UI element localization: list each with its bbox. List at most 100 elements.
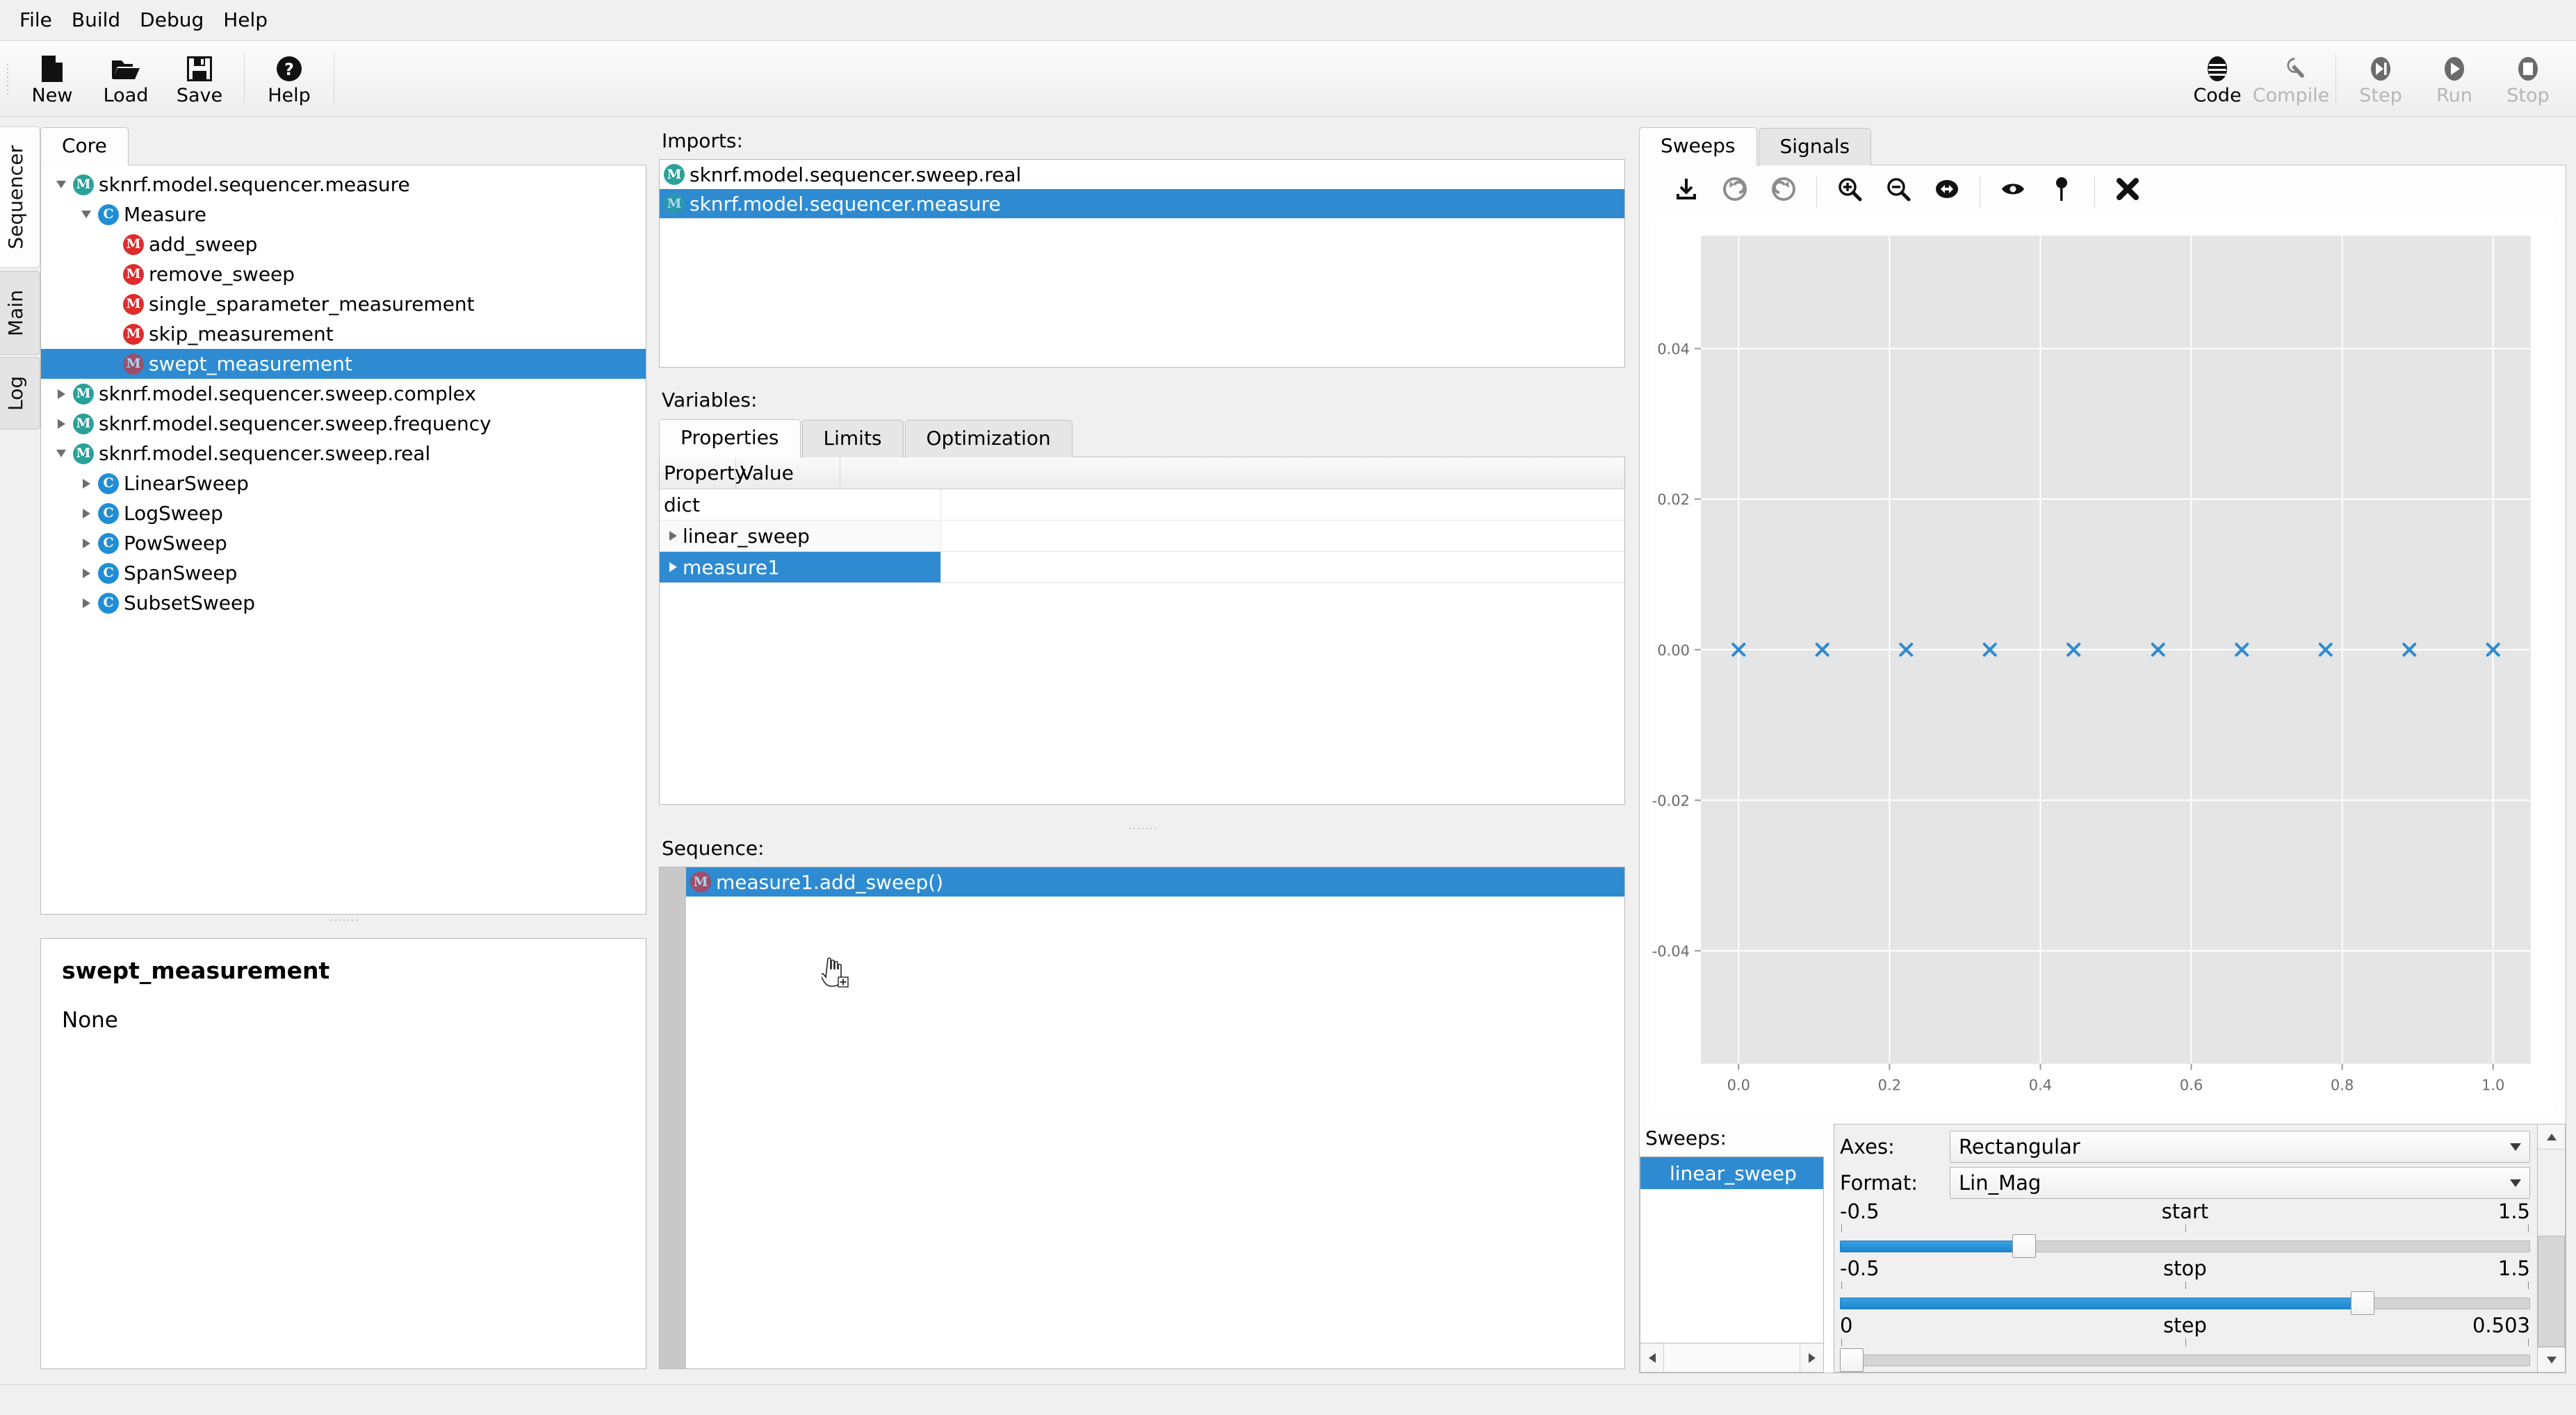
plot-zoom-out-button[interactable] [1874, 170, 1923, 213]
slider-track[interactable] [1840, 1234, 2530, 1258]
scroll-right-button[interactable] [1800, 1343, 1823, 1372]
module-tree[interactable]: Msknrf.model.sequencer.measure C Measure Ma… [40, 165, 646, 915]
expand-arrow-right-icon[interactable] [49, 388, 73, 399]
tree-row[interactable]: C LogSweep [41, 498, 646, 528]
property-name: dict [664, 493, 700, 516]
save-button[interactable]: Save [163, 41, 236, 116]
expand-arrow-right-icon[interactable] [74, 508, 98, 518]
expand-arrow-right-icon[interactable] [669, 531, 677, 541]
scroll-track[interactable] [1664, 1343, 1800, 1372]
expand-arrow-right-icon[interactable] [74, 568, 98, 578]
tree-row[interactable]: C SpanSweep [41, 558, 646, 588]
svg-text:0.00: 0.00 [1657, 642, 1690, 659]
vtab-main[interactable]: Main [0, 270, 40, 355]
properties-table[interactable]: Property Value dict linear_sweep measure1 [659, 457, 1625, 805]
center-panel-splitter[interactable] [659, 823, 1625, 834]
column-header-property[interactable]: Property [660, 457, 746, 489]
tab-properties[interactable]: Properties [659, 419, 801, 458]
sequence-editor[interactable]: Mmeasure1.add_sweep() [659, 867, 1625, 1369]
tab-core[interactable]: Core [40, 127, 129, 166]
plot-pan-button[interactable] [1923, 170, 1971, 213]
expand-arrow-right-icon[interactable] [669, 562, 677, 572]
tree-row[interactable]: Msingle_sparameter_measurement [41, 289, 646, 319]
plot-marker-button[interactable] [2037, 170, 2086, 213]
menu-help[interactable]: Help [213, 8, 277, 33]
expand-arrow-right-icon[interactable] [74, 478, 98, 489]
toolbar-drag-handle[interactable] [0, 41, 15, 116]
tree-row[interactable]: Msknrf.model.sequencer.sweep.real [41, 439, 646, 468]
property-row[interactable]: measure1 [660, 552, 1624, 583]
plot-visibility-button[interactable] [1989, 170, 2037, 213]
vtab-sequencer[interactable]: Sequencer [0, 126, 40, 268]
menu-file[interactable]: File [10, 8, 62, 33]
scroll-up-button[interactable] [2538, 1124, 2565, 1150]
run-button[interactable]: Run [2418, 41, 2491, 116]
plot-close-button[interactable] [2103, 170, 2152, 213]
tab-optimization[interactable]: Optimization [904, 420, 1073, 457]
sweep-plot[interactable]: 0.0 0.2 0.4 0.6 0.8 1.0 0.04 0.02 0.00 -0.02 -0.04 [1651, 218, 2554, 1110]
plot-zoom-in-button[interactable] [1825, 170, 1874, 213]
axes-select[interactable]: Rectangular [1950, 1131, 2530, 1163]
vscroll-track-top[interactable] [2538, 1150, 2565, 1236]
module-badge-icon: M [73, 383, 94, 404]
sweep-list-item[interactable]: linear_sweep [1640, 1157, 1823, 1189]
vtab-log[interactable]: Log [0, 357, 40, 430]
sequence-row[interactable]: Mmeasure1.add_sweep() [686, 867, 1624, 897]
module-badge-icon: M [664, 193, 685, 214]
slider-handle[interactable] [1840, 1348, 1864, 1372]
sequence-list[interactable]: Mmeasure1.add_sweep() [686, 867, 1624, 1368]
tree-row[interactable]: C LinearSweep [41, 468, 646, 498]
menu-build[interactable]: Build [62, 8, 130, 33]
sweeps-list[interactable]: linear_sweep [1640, 1156, 1824, 1343]
sweeps-horizontal-scrollbar[interactable] [1640, 1343, 1824, 1373]
step-button[interactable]: Step [2344, 41, 2418, 116]
tab-sweeps[interactable]: Sweeps [1639, 127, 1757, 166]
column-header-value[interactable]: Value [736, 457, 840, 489]
tree-row[interactable]: C Measure [41, 199, 646, 229]
tree-row[interactable]: C PowSweep [41, 528, 646, 558]
slider-handle[interactable] [2350, 1291, 2374, 1315]
format-select[interactable]: Lin_Mag [1950, 1167, 2530, 1199]
left-panel-splitter[interactable] [40, 915, 646, 926]
vscroll-thumb[interactable] [2538, 1236, 2565, 1347]
load-button[interactable]: Load [89, 41, 163, 116]
expand-arrow-down-icon[interactable] [49, 181, 73, 188]
scroll-down-button[interactable] [2538, 1347, 2565, 1372]
expand-arrow-right-icon[interactable] [49, 418, 73, 429]
tree-row[interactable]: C SubsetSweep [41, 588, 646, 618]
help-button[interactable]: ? Help [252, 41, 326, 116]
import-row[interactable]: Msknrf.model.sequencer.measure [660, 189, 1624, 218]
plot-save-button[interactable] [1662, 170, 1711, 213]
new-button[interactable]: New [15, 41, 89, 116]
expand-arrow-down-icon[interactable] [49, 450, 73, 457]
tree-row[interactable]: Mswept_measurement [41, 349, 646, 379]
scroll-left-button[interactable] [1640, 1343, 1664, 1372]
expand-arrow-right-icon[interactable] [74, 598, 98, 608]
stop-button[interactable]: Stop [2491, 41, 2565, 116]
plot-undo-button[interactable] [1711, 170, 1759, 213]
property-row[interactable]: linear_sweep [660, 521, 1624, 552]
sweep-form-vertical-scrollbar[interactable] [2538, 1124, 2566, 1373]
compile-button[interactable]: Compile [2253, 41, 2329, 116]
property-row[interactable]: dict [660, 489, 1624, 521]
expand-arrow-down-icon[interactable] [74, 211, 98, 218]
tab-limits[interactable]: Limits [801, 420, 904, 457]
import-row[interactable]: Msknrf.model.sequencer.sweep.real [660, 160, 1624, 189]
tree-row[interactable]: Msknrf.model.sequencer.sweep.frequency [41, 409, 646, 439]
tree-row[interactable]: Mremove_sweep [41, 259, 646, 289]
slider-track[interactable] [1840, 1348, 2530, 1372]
tree-row[interactable]: Msknrf.model.sequencer.sweep.complex [41, 379, 646, 409]
slider-track[interactable] [1840, 1291, 2530, 1315]
code-button[interactable]: Code [2180, 41, 2254, 116]
expand-arrow-right-icon[interactable] [74, 538, 98, 548]
doc-title: swept_measurement [62, 957, 330, 984]
imports-list[interactable]: Msknrf.model.sequencer.sweep.real Msknrf.… [659, 159, 1625, 368]
slider-handle[interactable] [2012, 1234, 2037, 1258]
plot-redo-button[interactable] [1759, 170, 1808, 213]
documentation-panel: swept_measurement None [40, 938, 646, 1369]
tree-row[interactable]: Msknrf.model.sequencer.measure [41, 170, 646, 199]
menu-debug[interactable]: Debug [130, 8, 213, 33]
tree-row[interactable]: Madd_sweep [41, 229, 646, 259]
tree-row[interactable]: Mskip_measurement [41, 319, 646, 349]
tab-signals[interactable]: Signals [1758, 128, 1872, 165]
